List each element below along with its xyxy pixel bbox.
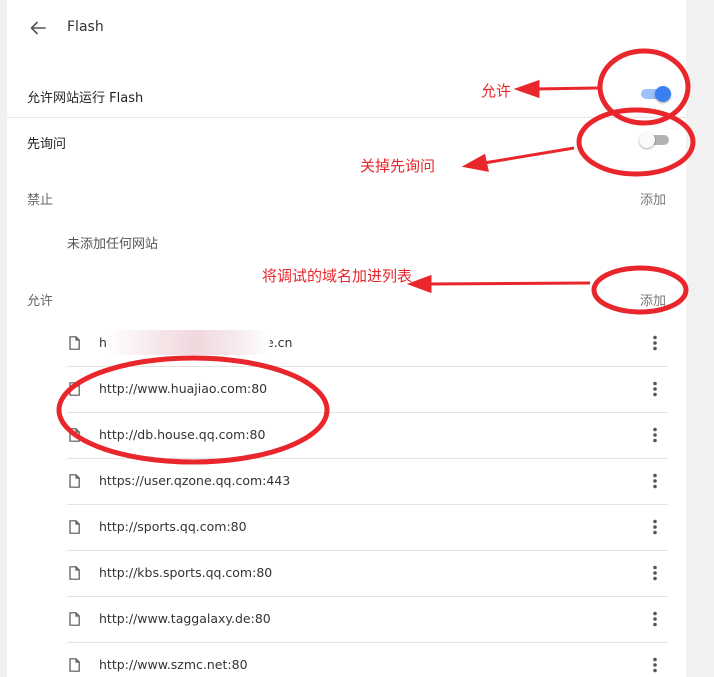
file-icon: [69, 474, 80, 488]
site-row[interactable]: https://user.qzone.qq.com:443: [67, 458, 668, 504]
ask-first-toggle[interactable]: [639, 130, 669, 150]
blocked-empty-text: 未添加任何网站: [67, 237, 159, 252]
ask-first-label: 先询问: [27, 137, 67, 152]
more-vert-icon[interactable]: [650, 334, 660, 352]
file-icon: [69, 520, 80, 534]
toggle-knob: [655, 86, 671, 102]
allow-flash-toggle[interactable]: [641, 84, 671, 104]
allowed-add-button[interactable]: 添加: [640, 290, 666, 309]
annotation-allow: 允许: [481, 82, 512, 100]
site-row[interactable]: http://www.szmc.net:80: [67, 642, 668, 677]
more-vert-icon[interactable]: [650, 380, 660, 398]
site-url: http://www.taggalaxy.de:80: [99, 611, 271, 626]
file-icon: [69, 382, 80, 396]
more-vert-icon[interactable]: [650, 518, 660, 536]
site-url: http://www.szmc.net:80: [99, 657, 248, 672]
row-separator: [67, 550, 668, 551]
file-icon: [69, 566, 80, 580]
site-url: http://db.house.qq.com:80: [99, 427, 266, 442]
site-row[interactable]: http://kbs.sports.qq.com:80: [67, 550, 668, 596]
site-row[interactable]: http://www.huajiao.com:80: [67, 366, 668, 412]
annotation-add-domain: 将调试的域名加进列表: [262, 267, 413, 285]
page-title: Flash: [67, 19, 104, 35]
more-vert-icon[interactable]: [650, 426, 660, 444]
site-row[interactable]: http://sports.qq.com:80: [67, 504, 668, 550]
redaction-blur: [107, 330, 270, 355]
blocked-section-label: 禁止: [27, 193, 54, 208]
row-separator: [67, 596, 668, 597]
annotation-turn-off-ask: 关掉先询问: [360, 157, 436, 175]
more-vert-icon[interactable]: [650, 610, 660, 628]
more-vert-icon[interactable]: [650, 472, 660, 490]
blocked-add-button[interactable]: 添加: [640, 189, 666, 208]
arrow-back-icon[interactable]: [29, 19, 47, 37]
file-icon: [69, 428, 80, 442]
row-separator: [67, 458, 668, 459]
site-url: http://kbs.sports.qq.com:80: [99, 565, 273, 580]
allow-flash-label: 允许网站运行 Flash: [27, 91, 144, 106]
divider: [7, 117, 686, 118]
page-header: Flash: [7, 0, 686, 56]
row-separator: [67, 366, 668, 367]
allowed-section-label: 允许: [27, 294, 54, 309]
more-vert-icon[interactable]: [650, 656, 660, 674]
right-gutter: [686, 0, 714, 677]
row-separator: [67, 642, 668, 643]
left-gutter: [0, 0, 7, 677]
file-icon: [69, 612, 80, 626]
toggle-knob: [639, 132, 655, 148]
file-icon: [69, 658, 80, 672]
file-icon: [69, 336, 80, 350]
site-url: http://www.huajiao.com:80: [99, 381, 268, 396]
site-url: http://sports.qq.com:80: [99, 519, 247, 534]
row-separator: [67, 412, 668, 413]
more-vert-icon[interactable]: [650, 564, 660, 582]
site-row[interactable]: http://db.house.qq.com:80: [67, 412, 668, 458]
site-url: https://user.qzone.qq.com:443: [99, 473, 291, 488]
site-row[interactable]: http://www.taggalaxy.de:80: [67, 596, 668, 642]
row-separator: [67, 504, 668, 505]
